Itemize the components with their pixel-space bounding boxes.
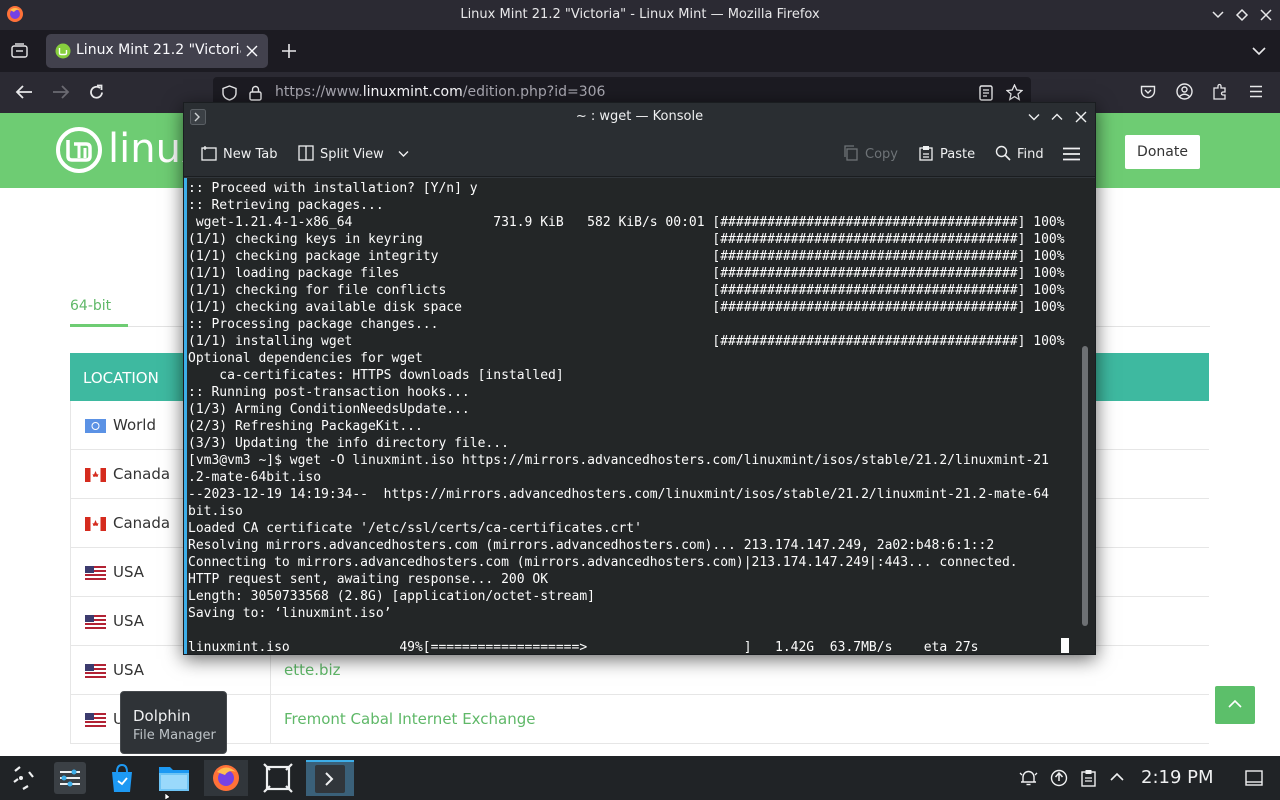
firefox-icon[interactable]	[204, 760, 248, 796]
mirror-link[interactable]: ette.biz	[284, 661, 341, 679]
clipboard-icon[interactable]	[1081, 769, 1096, 787]
maximize-icon[interactable]	[1235, 8, 1249, 22]
tab-label: Linux Mint 21.2 "Victoria"	[76, 42, 241, 58]
country-name: World	[113, 416, 156, 434]
country-name: Canada	[113, 465, 171, 483]
mouse-pointer-icon	[165, 793, 173, 800]
terminal-output: :: Proceed with installation? [Y/n] y ::…	[188, 181, 1065, 654]
terminal-scrollbar[interactable]	[1082, 346, 1088, 626]
padlock-icon[interactable]	[249, 85, 262, 101]
url-text[interactable]: https://www.linuxmint.com/edition.php?id…	[275, 84, 605, 100]
tab-64-bit[interactable]: 64-bit	[70, 298, 111, 314]
system-settings-icon[interactable]	[48, 760, 92, 796]
clock[interactable]: 2:19 PM	[1141, 767, 1214, 788]
terminal-cursor	[1061, 638, 1069, 653]
linuxmint-favicon-icon	[55, 43, 71, 59]
copy-label: Copy	[865, 147, 898, 162]
tracking-protection-shield-icon[interactable]	[222, 85, 237, 101]
system-tray-expand-icon[interactable]	[1110, 772, 1124, 782]
canada-flag-icon	[85, 468, 106, 482]
taskbar: 2:19 PM	[0, 756, 1280, 800]
split-view-button[interactable]: Split View	[298, 145, 409, 162]
new-tab-plus-icon[interactable]	[281, 43, 297, 59]
country-name: USA	[113, 612, 145, 630]
hamburger-menu-icon[interactable]	[1249, 85, 1263, 98]
dolphin-icon[interactable]	[152, 760, 196, 796]
bookmark-star-icon[interactable]	[1006, 84, 1023, 101]
konsole-titlebar[interactable]: ~ : wget — Konsole	[184, 103, 1095, 131]
terminal-area[interactable]: :: Proceed with installation? [Y/n] y ::…	[184, 178, 1095, 654]
paste-label: Paste	[940, 147, 976, 162]
discover-icon[interactable]	[100, 760, 144, 796]
browser-tab[interactable]: Linux Mint 21.2 "Victoria"	[46, 34, 268, 68]
maximize-icon[interactable]	[1051, 111, 1063, 123]
find-button[interactable]: Find	[995, 145, 1044, 162]
linuxmint-logo-icon[interactable]	[55, 126, 103, 174]
update-notifier-icon[interactable]	[1050, 769, 1068, 787]
tab-strip: Linux Mint 21.2 "Victoria"	[0, 30, 1280, 72]
reader-view-icon[interactable]	[979, 85, 993, 101]
usa-flag-icon	[85, 713, 106, 727]
country-name: USA	[113, 661, 145, 679]
tooltip-subtitle: File Manager	[133, 728, 216, 743]
tab-manager-icon[interactable]	[11, 43, 28, 58]
browser-titlebar: Linux Mint 21.2 "Victoria" - Linux Mint …	[0, 0, 1280, 30]
copy-button[interactable]: Copy	[843, 145, 898, 162]
minimize-icon[interactable]	[1211, 8, 1225, 22]
tooltip-title: Dolphin	[133, 707, 191, 725]
konsole-icon[interactable]	[306, 760, 354, 796]
scroll-to-top-button[interactable]	[1215, 686, 1255, 724]
tab-close-icon[interactable]	[246, 45, 258, 57]
konsole-title: ~ : wget — Konsole	[575, 109, 704, 124]
pocket-icon[interactable]	[1140, 84, 1156, 100]
konsole-toolbar: New Tab Split View Copy Paste Find	[184, 131, 1095, 177]
country-name: Canada	[113, 514, 171, 532]
new-tab-label: New Tab	[223, 147, 278, 162]
usa-flag-icon	[85, 664, 106, 678]
list-all-tabs-icon[interactable]	[1252, 44, 1266, 58]
active-tab-underline	[70, 324, 128, 327]
show-desktop-icon[interactable]	[1245, 770, 1263, 786]
app-launcher-icon[interactable]	[0, 760, 44, 796]
konsole-window[interactable]: ~ : wget — Konsole New Tab Split View Co…	[183, 102, 1096, 655]
window-title: Linux Mint 21.2 "Victoria" - Linux Mint …	[460, 7, 820, 22]
url-prefix: https://www.	[275, 84, 363, 100]
reload-icon[interactable]	[88, 84, 105, 101]
split-view-label: Split View	[320, 147, 384, 162]
find-label: Find	[1017, 147, 1044, 162]
forward-arrow-icon[interactable]	[52, 84, 70, 100]
url-path: /edition.php?id=306	[462, 84, 606, 100]
un-flag-icon	[85, 419, 106, 433]
terminal-focus-indicator	[184, 178, 187, 654]
table-row[interactable]: U Fremont Cabal Internet Exchange	[70, 695, 1209, 744]
close-icon[interactable]	[1075, 111, 1087, 123]
url-domain: linuxmint.com	[362, 84, 463, 100]
donate-button[interactable]: Donate	[1125, 135, 1200, 169]
screenshot-icon[interactable]	[256, 760, 300, 796]
close-icon[interactable]	[1259, 8, 1273, 22]
taskbar-tooltip: Dolphin File Manager	[120, 691, 227, 754]
new-tab-button[interactable]: New Tab	[201, 145, 278, 162]
usa-flag-icon	[85, 615, 106, 629]
column-divider	[270, 695, 271, 744]
canada-flag-icon	[85, 517, 106, 531]
location-column-header: LOCATION	[83, 369, 159, 387]
mirror-link[interactable]: Fremont Cabal Internet Exchange	[284, 710, 535, 728]
country-name: USA	[113, 563, 145, 581]
hamburger-menu-icon[interactable]	[1063, 147, 1080, 161]
extensions-puzzle-icon[interactable]	[1212, 83, 1229, 100]
back-arrow-icon[interactable]	[15, 84, 33, 100]
chevron-up-icon	[1228, 699, 1242, 709]
minimize-icon[interactable]	[1028, 111, 1040, 123]
account-icon[interactable]	[1176, 83, 1193, 100]
notification-bell-icon[interactable]	[1019, 769, 1038, 787]
paste-button[interactable]: Paste	[918, 145, 975, 162]
usa-flag-icon	[85, 566, 106, 580]
